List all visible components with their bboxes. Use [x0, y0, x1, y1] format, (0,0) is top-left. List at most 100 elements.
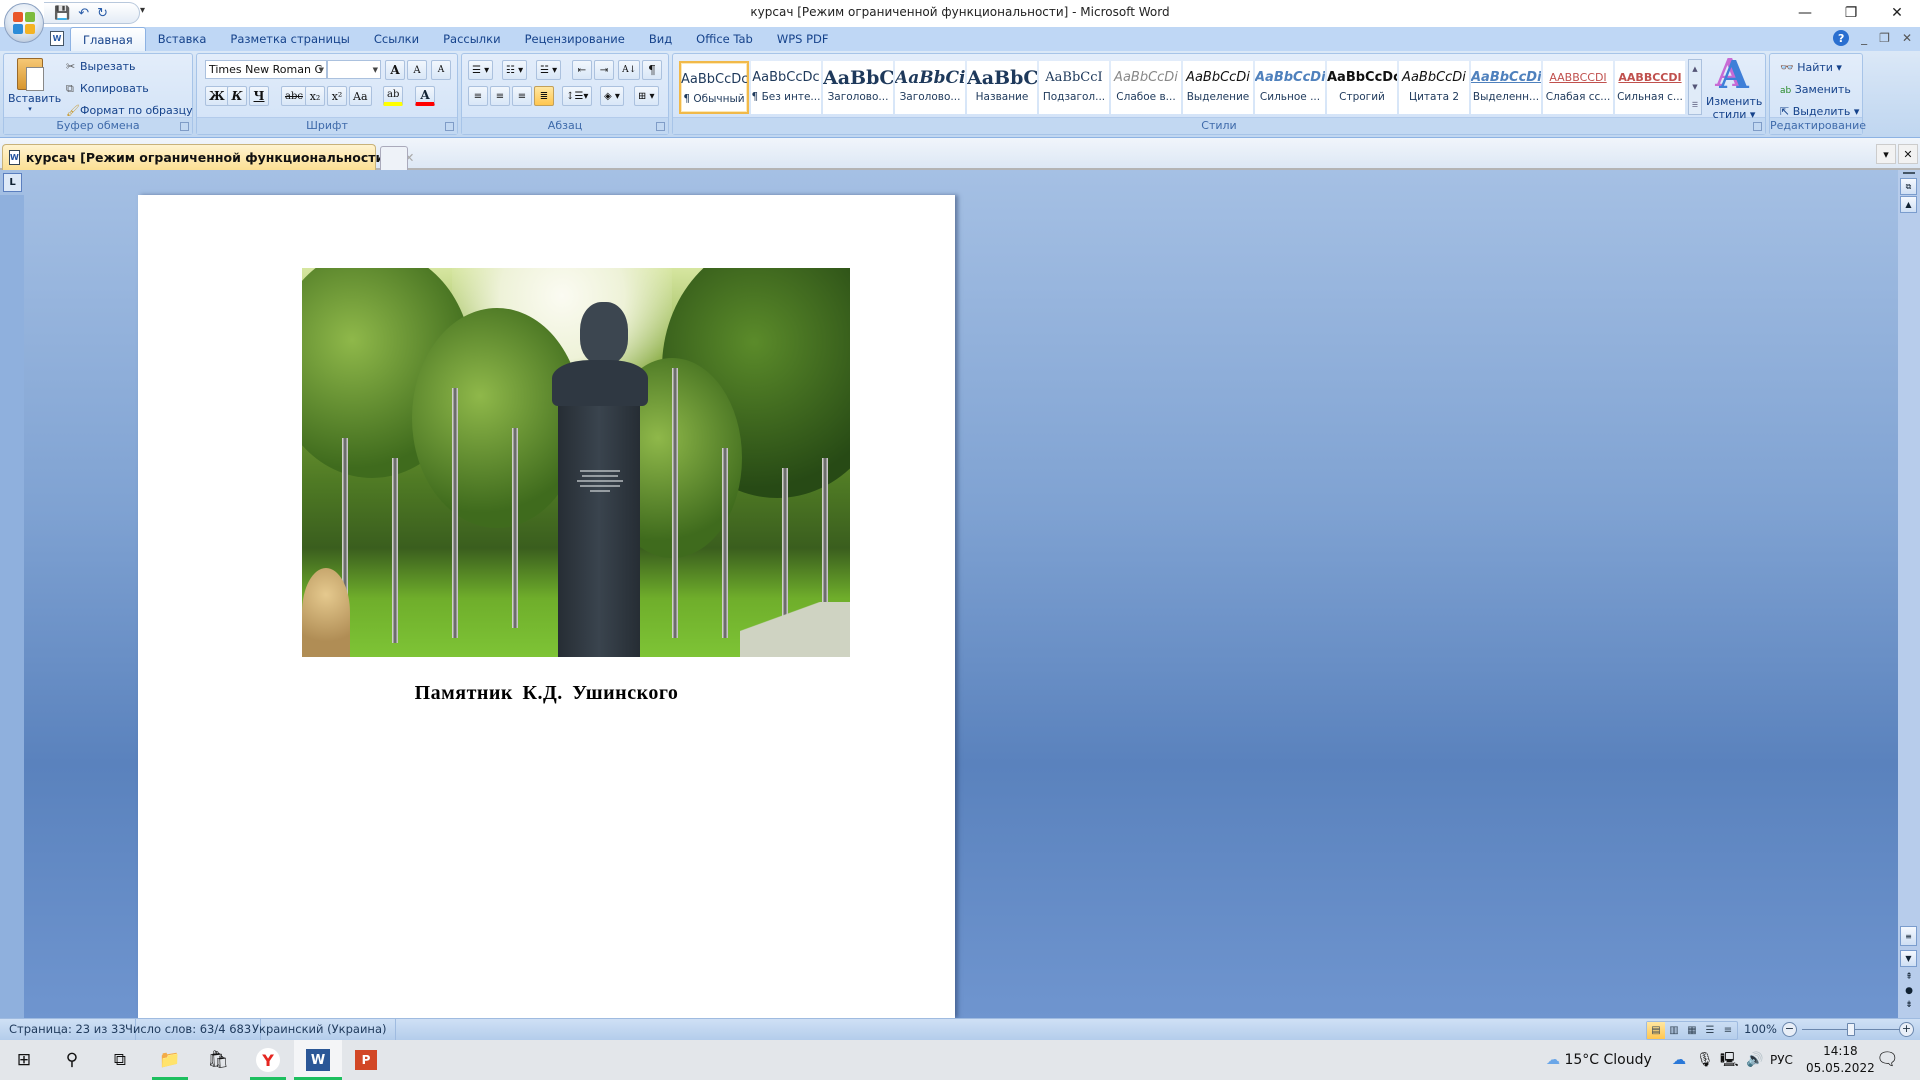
- start-button[interactable]: ⊞: [0, 1040, 48, 1080]
- style-intense-reference[interactable]: AABBCCDI Сильная с...: [1615, 61, 1685, 114]
- copy-button[interactable]: ⧉ Копировать: [66, 79, 149, 99]
- find-button[interactable]: 👓 Найти ▾: [1780, 58, 1842, 78]
- store-button[interactable]: 🛍: [194, 1040, 242, 1080]
- next-page-icon[interactable]: ⇟: [1904, 998, 1914, 1012]
- language-indicator[interactable]: Украинский (Украина): [243, 1019, 397, 1041]
- paste-button[interactable]: Вставить ▾: [8, 56, 61, 118]
- previous-page-icon[interactable]: ⇞: [1904, 970, 1914, 984]
- scroll-thumb[interactable]: ≡: [1900, 926, 1917, 946]
- browse-object-icon[interactable]: ●: [1904, 984, 1914, 998]
- full-screen-reading-icon[interactable]: ▥: [1665, 1022, 1683, 1039]
- font-name-field[interactable]: Times New Roman C ▼: [205, 60, 327, 79]
- network-icon[interactable]: 🖳: [1720, 1040, 1739, 1080]
- font-color-button[interactable]: A: [415, 86, 435, 106]
- zoom-in-button[interactable]: +: [1899, 1022, 1914, 1037]
- powerpoint-button[interactable]: P: [342, 1040, 390, 1080]
- tab-mailings[interactable]: Рассылки: [431, 27, 512, 51]
- font-launcher-icon[interactable]: [445, 122, 454, 131]
- style-title[interactable]: AaBbC Название: [967, 61, 1037, 114]
- decrease-indent-button[interactable]: ⇤: [572, 60, 592, 80]
- align-center-button[interactable]: ≡: [490, 86, 510, 106]
- monument-photo[interactable]: [302, 268, 850, 657]
- italic-button[interactable]: К: [227, 86, 247, 106]
- tab-home[interactable]: Главная: [70, 27, 146, 52]
- vertical-scrollbar[interactable]: ⧉ ▲ ≡ ▼ ⇞ ● ⇟: [1898, 170, 1920, 1018]
- multilevel-list-button[interactable]: ☱ ▾: [536, 60, 562, 80]
- microphone-icon[interactable]: 🎙: [1696, 1040, 1714, 1080]
- styles-launcher-icon[interactable]: [1753, 122, 1762, 131]
- minimize-button[interactable]: —: [1782, 0, 1828, 26]
- split-handle[interactable]: [1903, 172, 1915, 174]
- doc-minimize-button[interactable]: _: [1861, 31, 1867, 45]
- doc-restore-button[interactable]: ❐: [1879, 31, 1890, 45]
- style-normal[interactable]: AaBbCcDc ¶ Обычный: [679, 61, 749, 114]
- help-icon[interactable]: ?: [1833, 30, 1850, 46]
- onedrive-icon[interactable]: ☁: [1672, 1040, 1686, 1080]
- tab-view[interactable]: Вид: [637, 27, 684, 51]
- scroll-down-button[interactable]: ▼: [1900, 950, 1917, 967]
- paragraph-launcher-icon[interactable]: [656, 122, 665, 131]
- word-count[interactable]: Число слов: 63/4 683: [116, 1019, 262, 1041]
- weather-widget[interactable]: ☁ 15°C Cloudy: [1546, 1040, 1652, 1080]
- input-language[interactable]: РУС: [1770, 1040, 1793, 1080]
- gallery-more-icon[interactable]: ☰: [1692, 101, 1698, 109]
- tab-wps-pdf[interactable]: WPS PDF: [765, 27, 841, 51]
- numbering-button[interactable]: ☷ ▾: [502, 60, 528, 80]
- draft-icon[interactable]: ≡: [1719, 1022, 1737, 1039]
- style-subtitle[interactable]: AaBbCcI Подзагол...: [1039, 61, 1109, 114]
- yandex-browser-button[interactable]: Y: [244, 1040, 292, 1080]
- shrink-font-button[interactable]: A: [407, 60, 427, 80]
- word-button[interactable]: W: [294, 1040, 342, 1080]
- restore-button[interactable]: ❐: [1828, 0, 1874, 26]
- tab-references[interactable]: Ссылки: [362, 27, 431, 51]
- notifications-icon[interactable]: 🗨: [1876, 1040, 1899, 1080]
- close-button[interactable]: ✕: [1874, 0, 1920, 26]
- search-button[interactable]: ⚲: [48, 1040, 96, 1080]
- strikethrough-button[interactable]: abc: [281, 86, 307, 106]
- style-no-spacing[interactable]: AaBbCcDc ¶ Без инте...: [751, 61, 821, 114]
- cut-button[interactable]: ✂ Вырезать: [66, 57, 135, 77]
- sort-button[interactable]: А↓: [618, 60, 641, 80]
- bold-button[interactable]: Ж: [205, 86, 229, 106]
- doc-close-button[interactable]: ✕: [1902, 31, 1912, 45]
- volume-icon[interactable]: 🔊: [1746, 1040, 1763, 1080]
- change-case-button[interactable]: Aa: [349, 86, 372, 106]
- document-page[interactable]: Памятник К.Д. Ушинского: [138, 195, 955, 1018]
- style-heading-1[interactable]: AaBbC Заголово...: [823, 61, 893, 114]
- highlight-button[interactable]: ab: [383, 86, 404, 106]
- align-left-button[interactable]: ≡: [468, 86, 488, 106]
- style-intense-emphasis[interactable]: AaBbCcDi Сильное ...: [1255, 61, 1325, 114]
- zoom-out-button[interactable]: −: [1782, 1022, 1797, 1037]
- tab-list-button[interactable]: ▾: [1876, 144, 1896, 164]
- redo-icon[interactable]: ↻: [97, 6, 108, 21]
- clock[interactable]: 14:18 05.05.2022: [1806, 1043, 1875, 1077]
- tab-insert[interactable]: Вставка: [146, 27, 219, 51]
- scroll-down-icon[interactable]: ▼: [1692, 83, 1697, 91]
- style-subtle-emphasis[interactable]: AaBbCcDi Слабое в...: [1111, 61, 1181, 114]
- line-spacing-button[interactable]: ↕☰▾: [562, 86, 593, 106]
- grow-font-button[interactable]: A: [385, 60, 405, 80]
- clipboard-launcher-icon[interactable]: [180, 122, 189, 131]
- file-explorer-button[interactable]: 📁: [146, 1040, 194, 1080]
- replace-button[interactable]: ab Заменить: [1780, 80, 1851, 100]
- style-intense-quote[interactable]: AaBbCcDi Выделенн...: [1471, 61, 1541, 114]
- new-tab-button[interactable]: [380, 146, 408, 170]
- tab-stop-selector[interactable]: L: [3, 173, 22, 192]
- task-view-button[interactable]: ⧉: [96, 1040, 144, 1080]
- undo-icon[interactable]: ↶: [78, 6, 89, 21]
- increase-indent-button[interactable]: ⇥: [594, 60, 614, 80]
- style-quote-2[interactable]: AaBbCcDi Цитата 2: [1399, 61, 1469, 114]
- justify-button[interactable]: ≣: [534, 86, 554, 106]
- view-ruler-button[interactable]: ⧉: [1900, 178, 1917, 195]
- borders-button[interactable]: ⊞ ▾: [634, 86, 659, 106]
- office-button[interactable]: [4, 3, 44, 43]
- bullets-button[interactable]: ☰ ▾: [468, 60, 494, 80]
- web-layout-icon[interactable]: ▦: [1683, 1022, 1701, 1039]
- change-styles-button[interactable]: A Изменить стили ▾: [1706, 55, 1762, 122]
- font-size-field[interactable]: ▼: [327, 60, 381, 79]
- show-marks-button[interactable]: ¶: [642, 60, 662, 80]
- underline-button[interactable]: Ч: [249, 86, 269, 106]
- styles-gallery-scroll[interactable]: ▲ ▼ ☰: [1688, 59, 1702, 115]
- document-tab[interactable]: W курсач [Режим ограниченной функциональ…: [2, 144, 414, 170]
- style-emphasis[interactable]: AaBbCcDi Выделение: [1183, 61, 1253, 114]
